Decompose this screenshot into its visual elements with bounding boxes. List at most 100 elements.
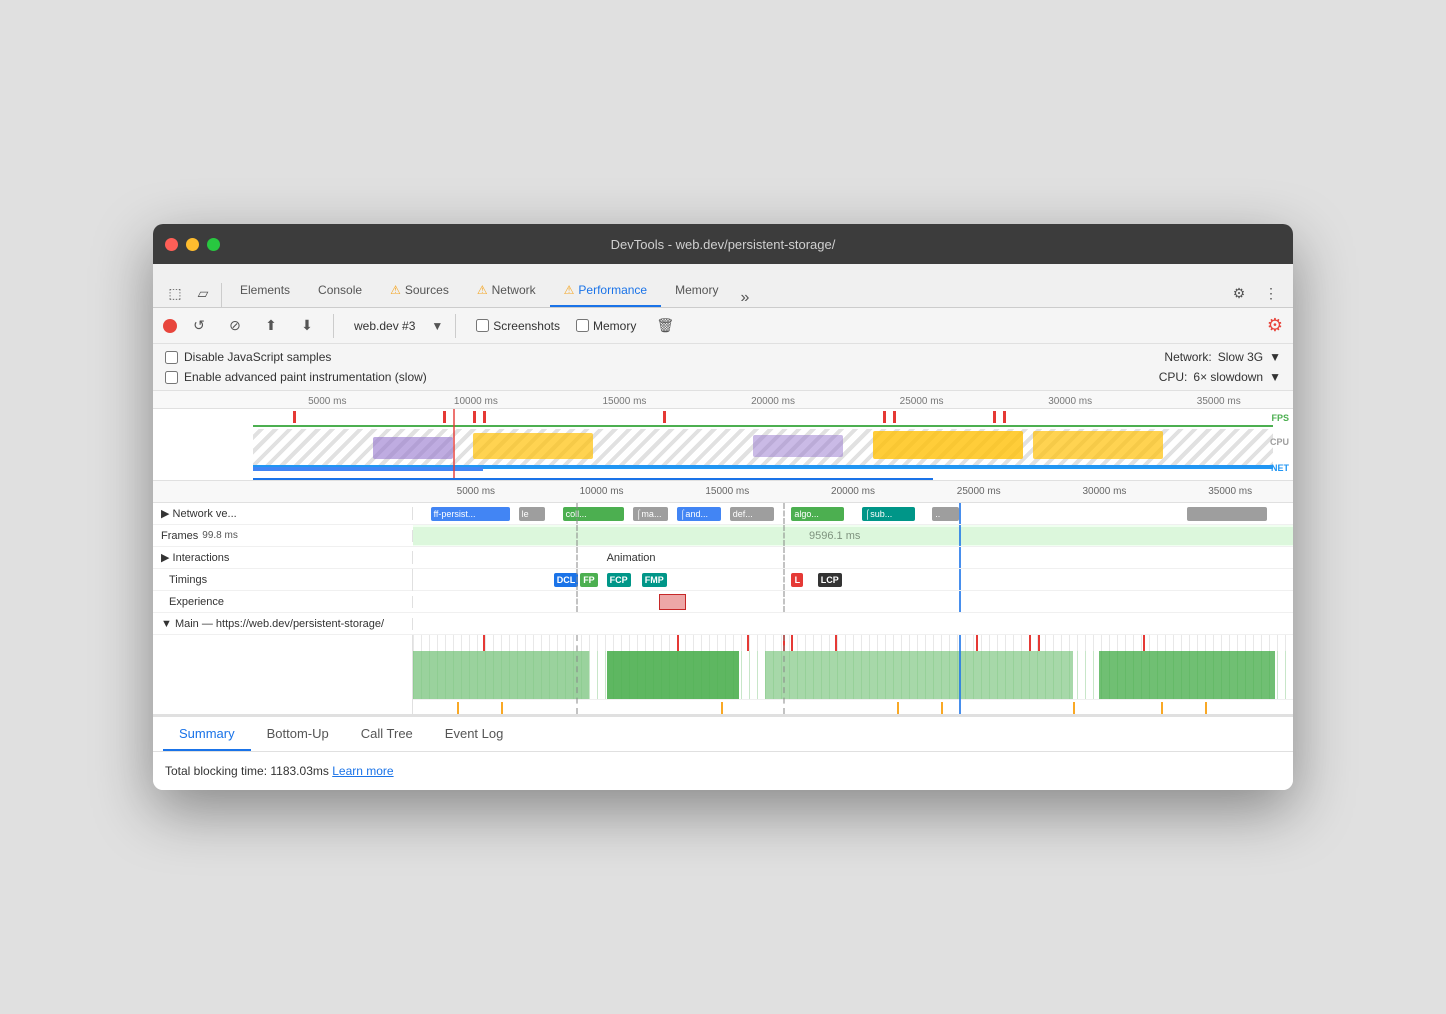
exp-dashed-1: [576, 591, 578, 612]
tick-25000: 25000 ms: [847, 396, 996, 407]
download-button[interactable]: ⬇: [293, 312, 321, 340]
more-tabs-button[interactable]: »: [732, 289, 757, 307]
bottom-content: Total blocking time: 1183.03ms Learn mor…: [153, 752, 1293, 790]
cpu-value: 6× slowdown: [1193, 370, 1263, 384]
separator: [221, 283, 222, 307]
tab-event-log[interactable]: Event Log: [429, 718, 520, 751]
learn-more-link[interactable]: Learn more: [332, 764, 393, 778]
dtick-35000: 35000 ms: [1167, 486, 1293, 497]
interactions-content: Animation: [413, 547, 1293, 568]
cpu-setting: CPU: 6× slowdown ▼: [1159, 370, 1281, 384]
tab-performance[interactable]: ⚠ Performance: [550, 275, 661, 307]
badge-fcp: FCP: [607, 573, 631, 587]
timings-content: DCL FP FCP FMP L LCP: [413, 569, 1293, 590]
performance-settings-icon[interactable]: ⚙: [1267, 315, 1283, 336]
badge-lcp: LCP: [818, 573, 842, 587]
record-button[interactable]: [163, 319, 177, 333]
more-options-icon[interactable]: ⋮: [1257, 279, 1285, 307]
cpu-blob-yellow-2: [873, 431, 1023, 459]
badge-dcl: DCL: [554, 573, 579, 587]
flame-label-col: [153, 635, 413, 714]
close-button[interactable]: [165, 238, 178, 251]
flame-green-4: [1099, 651, 1275, 699]
timings-label: Timings: [153, 569, 413, 591]
network-row-label[interactable]: ▶ Network ve...: [153, 507, 413, 520]
animation-label: Animation: [607, 552, 656, 564]
flame-row-red-ticks: [413, 635, 1293, 651]
tab-call-tree[interactable]: Call Tree: [345, 718, 429, 751]
tab-elements[interactable]: Elements: [226, 275, 304, 307]
cpu-blob-yellow-1: [473, 433, 593, 459]
main-label[interactable]: ▼ Main — https://web.dev/persistent-stor…: [153, 618, 413, 630]
red-marker: [443, 411, 446, 423]
delete-icon[interactable]: 🗑: [656, 317, 674, 334]
net-chip-6: def...: [730, 507, 774, 521]
selection-range[interactable]: [253, 478, 933, 481]
minimize-button[interactable]: [186, 238, 199, 251]
settings-right: Network: Slow 3G ▼ CPU: 6× slowdown ▼: [1159, 350, 1281, 384]
badge-fmp: FMP: [642, 573, 667, 587]
net-chip-3: coll...: [563, 507, 625, 521]
int-solid-vline: [959, 547, 961, 568]
disable-js-row: Disable JavaScript samples: [165, 350, 427, 364]
experience-content: [413, 591, 1293, 612]
reload-record-button[interactable]: ↺: [185, 312, 213, 340]
time-marker-line[interactable]: [453, 409, 455, 481]
net-chip-10: [1187, 507, 1266, 521]
tab-bottom-up[interactable]: Bottom-Up: [251, 718, 345, 751]
frames-label: Frames 99.8 ms: [153, 530, 413, 542]
flame-solid-vline: [959, 635, 961, 714]
tab-sources[interactable]: ⚠ Sources: [376, 275, 463, 307]
tab-summary[interactable]: Summary: [163, 718, 251, 751]
flame-dashed-1: [576, 635, 578, 714]
fps-cpu-area: FPS CPU NET: [153, 409, 1293, 481]
settings-bar: Disable JavaScript samples Enable advanc…: [153, 344, 1293, 391]
recording-bar: ↺ ⊘ ⬆ ⬇ web.dev #3 ▼ Screenshots Memory …: [153, 308, 1293, 344]
network-dropdown-icon[interactable]: ▼: [1269, 350, 1281, 364]
solid-vline: [959, 503, 961, 524]
maximize-button[interactable]: [207, 238, 220, 251]
tim-solid-vline: [959, 569, 961, 590]
frames-row: Frames 99.8 ms 9596.1 ms: [153, 525, 1293, 547]
clear-button[interactable]: ⊘: [221, 312, 249, 340]
detail-timeline: 5000 ms 10000 ms 15000 ms 20000 ms 25000…: [153, 481, 1293, 716]
disable-js-checkbox[interactable]: [165, 351, 178, 364]
enable-paint-label: Enable advanced paint instrumentation (s…: [184, 370, 427, 384]
red-marker: [473, 411, 476, 423]
dashed-line-2: [783, 503, 785, 524]
red-marker: [483, 411, 486, 423]
traffic-lights: [165, 238, 220, 251]
tab-memory[interactable]: Memory: [661, 275, 732, 307]
device-icon[interactable]: ▱: [189, 279, 217, 307]
dashed-line-1: [576, 503, 578, 524]
exp-block: [659, 594, 685, 610]
inspect-icon[interactable]: ⬚: [161, 279, 189, 307]
tick-10000: 10000 ms: [402, 396, 551, 407]
timeline-overview[interactable]: 5000 ms 10000 ms 15000 ms 20000 ms 25000…: [153, 391, 1293, 481]
titlebar: DevTools - web.dev/persistent-storage/: [153, 224, 1293, 264]
profile-dropdown[interactable]: ▼: [431, 319, 443, 333]
flame-row-green: [413, 651, 1293, 699]
red-marker: [893, 411, 896, 423]
memory-checkbox[interactable]: Memory: [576, 319, 636, 333]
screenshots-checkbox[interactable]: Screenshots: [476, 319, 560, 333]
red-marker: [883, 411, 886, 423]
network-label: Network:: [1164, 350, 1211, 364]
cpu-blob-purple-1: [373, 437, 453, 459]
enable-paint-checkbox[interactable]: [165, 371, 178, 384]
flame-chart[interactable]: [153, 635, 1293, 715]
settings-icon[interactable]: ⚙: [1225, 279, 1253, 307]
tick-15000: 15000 ms: [550, 396, 699, 407]
interactions-label[interactable]: ▶ Interactions: [153, 551, 413, 564]
upload-button[interactable]: ⬆: [257, 312, 285, 340]
frames-dashed-2: [783, 525, 785, 546]
flame-green-3: [765, 651, 1073, 699]
tick-30000: 30000 ms: [996, 396, 1145, 407]
tab-network[interactable]: ⚠ Network: [463, 275, 550, 307]
fps-line: [253, 425, 1273, 427]
red-marker: [663, 411, 666, 423]
profile-label: web.dev #3: [354, 319, 415, 333]
cpu-dropdown-icon[interactable]: ▼: [1269, 370, 1281, 384]
tab-console[interactable]: Console: [304, 275, 376, 307]
flame-row-yellow: [413, 699, 1293, 715]
